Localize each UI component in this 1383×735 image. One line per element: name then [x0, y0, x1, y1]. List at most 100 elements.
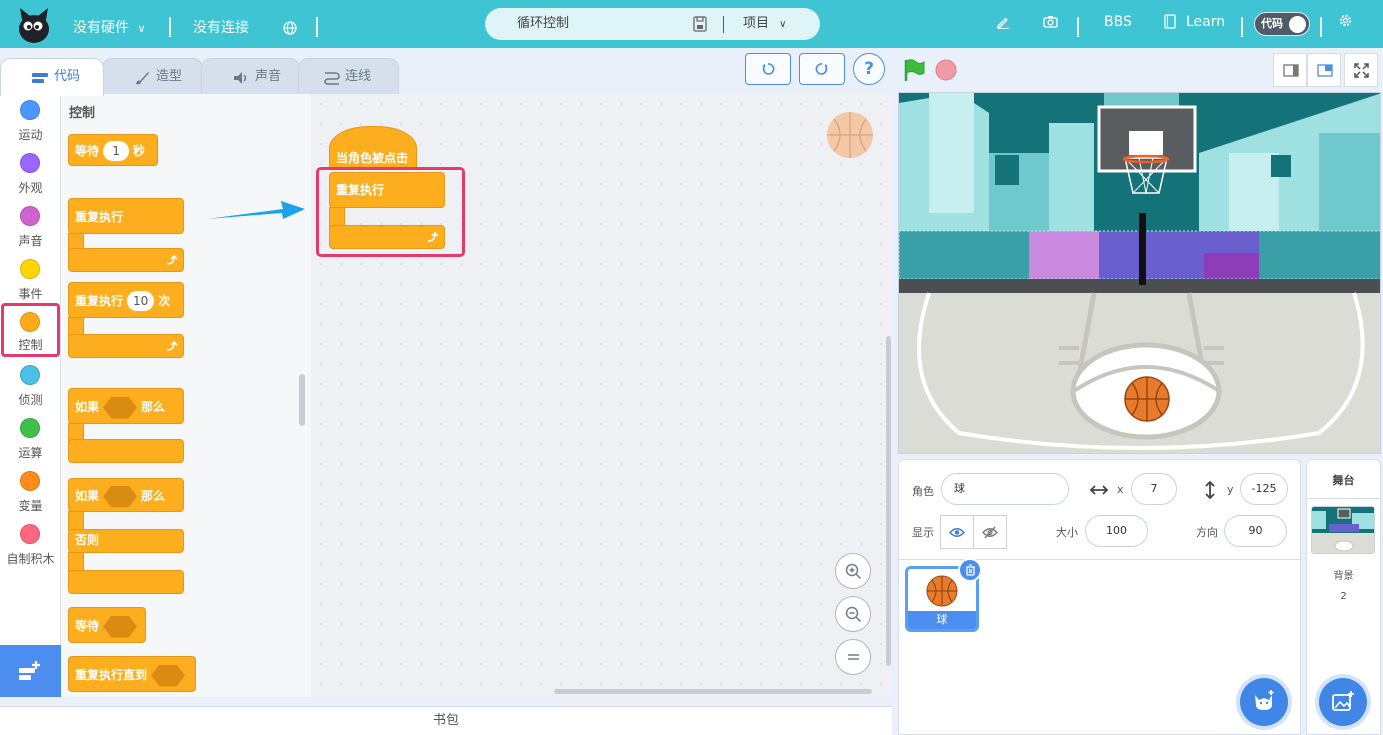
zoom-out-button[interactable]: [835, 596, 871, 632]
code-mode-toggle[interactable]: 代码: [1254, 12, 1310, 36]
block-palette: 控制 等待1秒 重复执行 重复执行10次 如果那么 如果那么 否则: [61, 94, 311, 697]
backdrop-thumbnail[interactable]: [1311, 506, 1375, 554]
code-icon: [32, 73, 48, 83]
help-button[interactable]: ?: [853, 53, 885, 85]
palette-scrollbar[interactable]: [299, 374, 305, 426]
app-logo[interactable]: [16, 4, 52, 44]
fullscreen-icon: [1354, 63, 1369, 78]
operators-dot: [20, 418, 40, 438]
hide-sprite-button[interactable]: [973, 515, 1007, 549]
forever-block[interactable]: 重复执行: [68, 198, 184, 234]
delete-sprite-button[interactable]: [958, 558, 982, 582]
zoom-reset-button[interactable]: [835, 639, 871, 675]
condition-slot[interactable]: [103, 485, 138, 508]
category-events[interactable]: 事件: [0, 255, 61, 308]
add-sprite-button[interactable]: [1240, 678, 1288, 726]
category-label: 运动: [18, 128, 43, 142]
loop-arrow-icon: [166, 340, 178, 351]
if-else-block-foot: [68, 570, 184, 594]
block-text: 等待: [75, 619, 100, 633]
project-menu[interactable]: 项目 ∨: [743, 8, 786, 41]
code-toggle-label: 代码: [1261, 17, 1283, 30]
condition-slot[interactable]: [103, 615, 138, 638]
tab-code[interactable]: 代码: [0, 58, 104, 96]
if-then-block[interactable]: 如果 那么: [68, 388, 184, 424]
category-label: 侦测: [18, 393, 43, 407]
tab-sounds[interactable]: 声音: [201, 58, 300, 95]
category-label: 变量: [18, 499, 43, 513]
if-else-block[interactable]: 如果 那么: [68, 478, 184, 512]
undo-button[interactable]: [745, 53, 791, 85]
wire-icon: [324, 72, 340, 85]
tab-costumes[interactable]: 造型: [102, 58, 203, 95]
workspace-horizontal-scrollbar[interactable]: [554, 689, 872, 694]
wait-seconds-input[interactable]: 1: [103, 141, 130, 161]
zoom-out-icon: [845, 606, 862, 623]
globe-icon[interactable]: [283, 21, 297, 35]
workspace-vertical-scrollbar[interactable]: [886, 336, 891, 666]
sound-dot: [20, 206, 40, 226]
edit-icon[interactable]: [996, 15, 1010, 29]
normal-stage-button[interactable]: [1307, 53, 1341, 87]
block-text: 那么: [141, 400, 166, 414]
condition-slot[interactable]: [151, 664, 186, 687]
sprite-tile-name: 球: [908, 611, 976, 629]
repeat-count-input[interactable]: 10: [127, 291, 155, 311]
divider: [316, 17, 318, 37]
tab-costumes-label: 造型: [156, 69, 183, 84]
backdrop-label: 背景: [1333, 571, 1354, 582]
show-sprite-button[interactable]: [940, 515, 974, 549]
when-sprite-clicked-block[interactable]: 当角色被点击: [329, 126, 417, 170]
my-blocks-dot: [20, 524, 40, 544]
camera-icon[interactable]: [1043, 15, 1058, 28]
add-extension-button[interactable]: [0, 645, 61, 697]
add-backdrop-button[interactable]: [1319, 678, 1367, 726]
sprite-indicator-ball: [827, 112, 873, 158]
variables-dot: [20, 471, 40, 491]
backpack-bar[interactable]: 书包: [0, 706, 892, 735]
category-motion[interactable]: 运动: [0, 96, 61, 149]
category-my-blocks[interactable]: 自制积木: [0, 520, 61, 573]
green-flag-icon[interactable]: [902, 57, 926, 83]
sprite-info: 角色 球 x 7 y -125 显示 大小 100 方向 90: [899, 460, 1300, 560]
x-input[interactable]: 7: [1131, 473, 1177, 505]
learn-link[interactable]: Learn: [1186, 0, 1225, 48]
project-name-input[interactable]: 循环控制: [517, 8, 569, 40]
size-input[interactable]: 100: [1085, 515, 1148, 547]
sprite-name-input[interactable]: 球: [941, 473, 1069, 505]
script-workspace[interactable]: 当角色被点击 重复执行: [311, 94, 892, 697]
small-stage-button[interactable]: [1273, 53, 1307, 87]
stage-title: 舞台: [1332, 474, 1355, 487]
y-input[interactable]: -125: [1240, 473, 1288, 505]
block-text: 当角色被点击: [336, 151, 409, 165]
basketball-sprite[interactable]: [1124, 376, 1170, 422]
stop-icon[interactable]: [935, 59, 957, 81]
direction-input[interactable]: 90: [1224, 515, 1287, 547]
basketball-thumbnail: [926, 575, 958, 607]
undo-icon: [762, 63, 775, 75]
forever-block-foot: [68, 248, 184, 272]
stage-canvas[interactable]: [898, 92, 1381, 454]
category-variables[interactable]: 变量: [0, 467, 61, 520]
wait-seconds-block[interactable]: 等待 1 秒: [68, 134, 158, 166]
category-operators[interactable]: 运算: [0, 414, 61, 467]
redo-button[interactable]: [799, 53, 845, 85]
gear-icon[interactable]: [1338, 13, 1353, 28]
fullscreen-button[interactable]: [1344, 53, 1378, 87]
wait-until-block[interactable]: 等待: [68, 607, 146, 643]
repeat-block[interactable]: 重复执行 10 次: [68, 282, 184, 318]
repeat-until-block[interactable]: 重复执行直到: [68, 656, 196, 692]
divider: [723, 16, 724, 33]
save-icon[interactable]: [693, 16, 707, 32]
category-control[interactable]: 控制: [0, 302, 61, 358]
hardware-menu[interactable]: 没有硬件 ∨: [73, 0, 146, 48]
bbs-link[interactable]: BBS: [1104, 0, 1132, 48]
category-sensing[interactable]: 侦测: [0, 361, 61, 414]
connection-button[interactable]: 没有连接: [193, 0, 249, 48]
if-else-block-arm: [68, 552, 84, 572]
category-sound[interactable]: 声音: [0, 202, 61, 255]
category-looks[interactable]: 外观: [0, 149, 61, 202]
condition-slot[interactable]: [103, 396, 138, 419]
tab-wiring[interactable]: 连线: [298, 58, 399, 95]
zoom-in-button[interactable]: [835, 553, 871, 589]
